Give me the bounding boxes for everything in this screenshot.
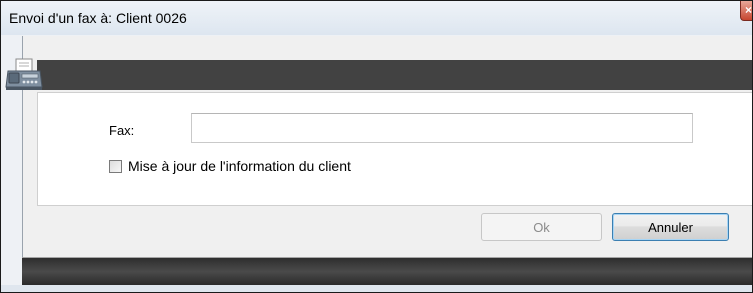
fax-machine-icon: [5, 58, 43, 90]
cancel-button[interactable]: Annuler: [612, 213, 729, 241]
dialog-content: Fax: Mise à jour de l'information du cli…: [22, 36, 752, 276]
window-title: Envoi d'un fax à: Client 0026: [9, 10, 187, 26]
title-bar[interactable]: Envoi d'un fax à: Client 0026 ×: [1, 1, 752, 35]
fax-dialog-window: Envoi d'un fax à: Client 0026 × Fax: Mis…: [0, 0, 753, 293]
ok-button[interactable]: Ok: [481, 213, 602, 241]
fax-number-input[interactable]: [191, 113, 693, 143]
fax-label: Fax:: [109, 123, 135, 138]
update-client-checkbox[interactable]: [109, 159, 122, 173]
bottom-status-bar: [22, 257, 752, 285]
close-icon: ×: [745, 3, 753, 17]
fax-form-panel: Fax: Mise à jour de l'information du cli…: [37, 92, 752, 206]
window-bottom-border: [1, 285, 752, 292]
update-client-checkbox-label[interactable]: Mise à jour de l'information du client: [128, 158, 351, 174]
header-bar: [37, 60, 752, 90]
close-button[interactable]: ×: [740, 1, 753, 21]
update-client-checkbox-row[interactable]: Mise à jour de l'information du client: [109, 157, 351, 175]
